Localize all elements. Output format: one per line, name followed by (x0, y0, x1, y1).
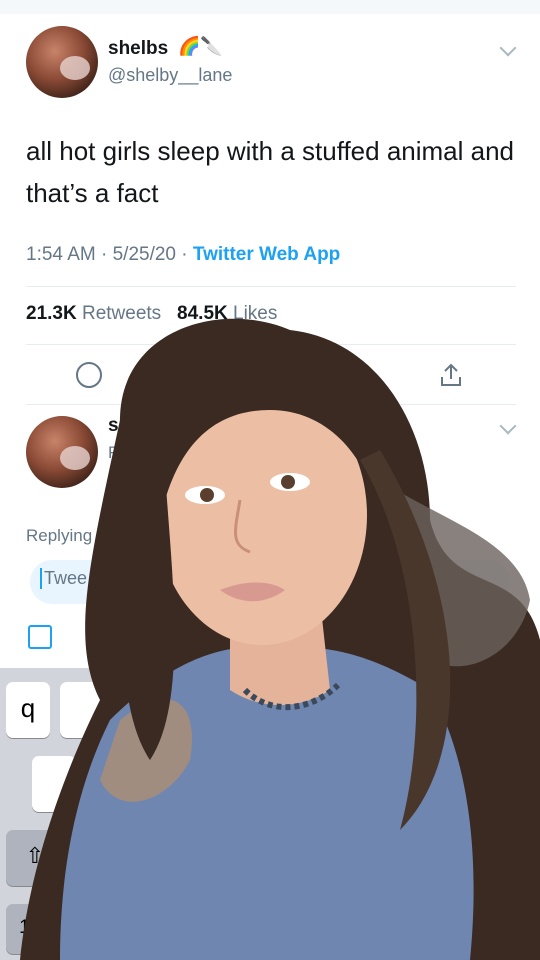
likes-count[interactable]: 84.5K (177, 303, 228, 324)
key-p[interactable]: p (490, 682, 534, 738)
tweet-detail: shelbs 🌈🔪 @shelby__lane all hot girls sl… (0, 0, 540, 960)
key-q[interactable]: q (6, 682, 50, 738)
backspace-icon[interactable]: ⌫ (476, 830, 534, 886)
compose-box[interactable] (30, 560, 510, 604)
reply-author-name[interactable]: sh (108, 415, 130, 437)
tweet-client-link[interactable]: Twitter Web App (193, 244, 340, 265)
divider (26, 404, 516, 405)
tweet-time: 1:54 AM · 5/25/20 · (26, 244, 188, 265)
key-w[interactable] (60, 682, 104, 738)
avatar[interactable] (26, 26, 98, 98)
heart-icon[interactable]: ♡ (318, 362, 344, 388)
reply-author-handle: ne · 1d (340, 415, 397, 435)
tweet-text: all hot girls sleep with a stuffed anima… (26, 136, 515, 208)
divider (26, 344, 516, 345)
tweet-stats: 21.3K Retweets 84.5K Likes (26, 303, 277, 325)
tweet-meta: 1:54 AM · 5/25/20 · Twitter Web App (26, 244, 340, 266)
key-a[interactable] (32, 756, 76, 812)
author-handle[interactable]: @shelby__lane (108, 65, 232, 86)
status-strip (0, 0, 540, 14)
reply-icon[interactable] (76, 362, 102, 388)
key-123[interactable]: 123 (6, 904, 64, 954)
retweets-count[interactable]: 21.3K (26, 303, 77, 324)
author-emoji: 🌈🔪 (178, 36, 223, 56)
keyboard: q p ⇧ ⌫ 123 (0, 668, 540, 960)
retweets-label[interactable]: Retweets (82, 303, 161, 324)
replying-label: Replying (26, 526, 93, 545)
author-name[interactable]: shelbs (108, 38, 168, 60)
image-icon[interactable] (28, 625, 52, 649)
divider (26, 286, 516, 287)
compose-input[interactable]: Twee (40, 568, 87, 589)
likes-label[interactable]: Likes (233, 303, 277, 324)
chevron-down-icon[interactable] (499, 417, 517, 435)
reply-avatar[interactable] (26, 416, 98, 488)
chevron-down-icon[interactable] (499, 39, 517, 57)
shift-icon[interactable]: ⇧ (6, 830, 64, 886)
reply-subtext: Re (108, 443, 130, 462)
share-icon[interactable] (438, 362, 464, 388)
